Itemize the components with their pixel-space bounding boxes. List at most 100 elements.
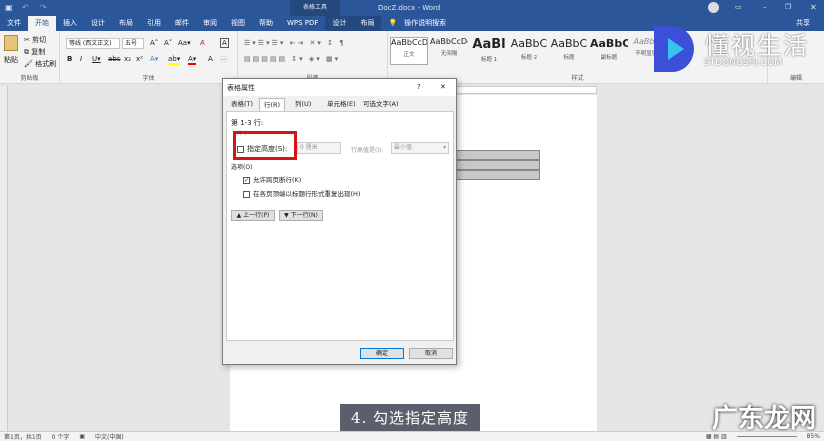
zoom-level[interactable]: 85% bbox=[807, 433, 824, 440]
tab-view[interactable]: 视图 bbox=[224, 16, 252, 31]
language[interactable]: 中文(中国) bbox=[95, 432, 124, 441]
tab-insert[interactable]: 插入 bbox=[56, 16, 84, 31]
repeat-header-checkbox[interactable]: 在各页顶端以标题行形式重复出现(H) bbox=[243, 188, 360, 198]
minimize-icon[interactable]: – bbox=[763, 3, 767, 11]
table-row[interactable] bbox=[448, 150, 540, 160]
proofing-icon[interactable]: ▣ bbox=[79, 433, 85, 440]
format-painter-button[interactable]: 🖌 格式刷 bbox=[24, 59, 56, 69]
zoom-slider[interactable] bbox=[736, 436, 797, 437]
clipboard-group-label: 剪贴板 bbox=[20, 75, 39, 82]
style-heading-1[interactable]: AaBl 标题 1 bbox=[470, 37, 508, 65]
tab-column[interactable]: 列(U) bbox=[291, 98, 315, 111]
restore-icon[interactable]: ❐ bbox=[785, 3, 791, 11]
italic-icon[interactable]: I bbox=[80, 55, 82, 63]
allow-break-checkbox[interactable]: ✓ 允许跨页断行(K) bbox=[243, 174, 301, 184]
step-caption: 4. 勾选指定高度 bbox=[340, 404, 480, 432]
page-count[interactable]: 第1页，共1页 bbox=[4, 432, 42, 441]
underline-icon[interactable]: U▾ bbox=[92, 55, 101, 63]
word-count[interactable]: 0 个字 bbox=[52, 432, 70, 441]
document-title: DocZ.docx - Word bbox=[378, 4, 441, 12]
grow-font-icon[interactable]: A˄ bbox=[150, 39, 158, 47]
table-row[interactable] bbox=[448, 170, 540, 180]
next-row-button[interactable]: ▼ 下一行(N) bbox=[279, 210, 323, 221]
tab-wps-pdf[interactable]: WPS PDF bbox=[280, 16, 325, 31]
paste-icon[interactable] bbox=[4, 35, 18, 51]
font-color-icon[interactable]: A▾ bbox=[188, 55, 197, 65]
shrink-font-icon[interactable]: A˅ bbox=[164, 39, 172, 47]
help-button[interactable]: ? bbox=[417, 83, 421, 91]
tab-home[interactable]: 开始 bbox=[28, 16, 56, 31]
tab-table-layout[interactable]: 布局 bbox=[353, 16, 382, 31]
char-shading-icon[interactable]: A bbox=[208, 55, 213, 63]
cut-button[interactable]: ✂ 剪切 bbox=[24, 35, 46, 45]
tab-row[interactable]: 行(R) bbox=[259, 98, 286, 111]
lightbulb-icon: 💡 bbox=[388, 19, 398, 27]
tab-alt-text[interactable]: 可选文字(A) bbox=[359, 98, 403, 111]
table-properties-dialog: 表格属性 ? ✕ 表格(T) 行(R) 列(U) 单元格(E) 可选文字(A) … bbox=[222, 78, 457, 365]
font-group-label: 字体 bbox=[142, 75, 155, 82]
style-name: 正文 bbox=[403, 52, 415, 58]
table-row[interactable] bbox=[448, 160, 540, 170]
table-tools-label: 表格工具 bbox=[290, 0, 340, 16]
style-title[interactable]: AaBbC 标题 bbox=[550, 37, 588, 65]
subscript-icon[interactable]: x₂ bbox=[124, 55, 131, 63]
paste-button[interactable]: 粘贴 bbox=[4, 55, 18, 65]
avatar[interactable] bbox=[708, 2, 719, 13]
view-buttons[interactable]: ▦ ▤ ▥ bbox=[706, 433, 727, 440]
style-no-spacing[interactable]: AaBbCcDc 无间隔 bbox=[430, 37, 468, 65]
change-case-icon[interactable]: Aa▾ bbox=[178, 39, 191, 47]
style-sample: AaBl bbox=[472, 37, 506, 52]
style-heading-2[interactable]: AaBbC 标题 2 bbox=[510, 37, 548, 65]
style-name: 标题 2 bbox=[520, 55, 538, 61]
tell-me-search[interactable]: 操作说明搜索 bbox=[404, 16, 453, 31]
superscript-icon[interactable]: x² bbox=[136, 55, 143, 63]
highlight-icon[interactable]: ab▾ bbox=[168, 55, 181, 65]
tab-table[interactable]: 表格(T) bbox=[227, 98, 257, 111]
tab-layout[interactable]: 布局 bbox=[112, 16, 140, 31]
height-rule-select[interactable]: 最小值 ▾ bbox=[391, 142, 449, 154]
title-bar: ▣ ↶ ↷ 表格工具 DocZ.docx - Word ▭ – ❐ ✕ bbox=[0, 0, 824, 16]
watermark-bottom: 广东龙网 bbox=[712, 404, 817, 434]
save-icon[interactable]: ▣ bbox=[5, 3, 13, 12]
dialog-close-button[interactable]: ✕ bbox=[440, 83, 446, 91]
editing-group-label: 编辑 bbox=[789, 75, 802, 82]
tab-references[interactable]: 引用 bbox=[140, 16, 168, 31]
tab-design[interactable]: 设计 bbox=[84, 16, 112, 31]
tab-review[interactable]: 审阅 bbox=[196, 16, 224, 31]
clear-format-icon[interactable]: A̸ bbox=[200, 39, 205, 47]
tab-file[interactable]: 文件 bbox=[0, 16, 28, 31]
checkmark-icon: ✓ bbox=[243, 176, 250, 184]
align-icons[interactable]: ▤▤▤▤▤ ↕▾ ◈▾ ▦▾ bbox=[244, 55, 340, 63]
tab-mailings[interactable]: 邮件 bbox=[168, 16, 196, 31]
close-icon[interactable]: ✕ bbox=[810, 3, 817, 12]
tab-table-design[interactable]: 设计 bbox=[325, 16, 354, 31]
redo-icon[interactable]: ↷ bbox=[40, 3, 47, 12]
tab-help[interactable]: 帮助 bbox=[252, 16, 280, 31]
dialog-title: 表格属性 bbox=[227, 83, 255, 92]
previous-row-button[interactable]: ▲ 上一行(P) bbox=[231, 210, 275, 221]
enclose-char-icon[interactable]: ㊀ bbox=[220, 55, 227, 65]
height-input[interactable]: 0 厘米 bbox=[297, 142, 341, 154]
ok-button[interactable]: 确定 bbox=[360, 348, 404, 359]
ribbon-tabs: 文件 开始 插入 设计 布局 引用 邮件 审阅 视图 帮助 WPS PDF 设计… bbox=[0, 16, 824, 31]
text-effects-icon[interactable]: A▾ bbox=[150, 55, 158, 63]
style-subtitle[interactable]: AaBbC 副标题 bbox=[590, 37, 628, 65]
ribbon-display-icon[interactable]: ▭ bbox=[735, 3, 742, 11]
dialog-header: 表格属性 ? ✕ bbox=[223, 79, 456, 96]
tab-cell[interactable]: 单元格(E) bbox=[323, 98, 360, 111]
undo-icon[interactable]: ↶ bbox=[22, 3, 29, 12]
style-normal[interactable]: AaBbCcDc 正文 bbox=[390, 37, 428, 65]
strikethrough-icon[interactable]: abc bbox=[108, 55, 121, 63]
clipboard-group: 粘贴 ✂ 剪切 ⧉ 复制 🖌 格式刷 剪贴板 bbox=[0, 31, 60, 84]
font-group: 等线 (西文正文) 五号 A˄ A˅ Aa▾ A̸ A B I U▾ abc x… bbox=[60, 31, 238, 84]
style-sample: AaBbC bbox=[590, 37, 628, 50]
list-icons[interactable]: ☰▾☰▾☰▾ ⇤⇥ ✕▾ ↕ ¶ bbox=[244, 39, 346, 47]
copy-button[interactable]: ⧉ 复制 bbox=[24, 47, 45, 57]
font-size-select[interactable]: 五号 bbox=[122, 38, 144, 49]
cancel-button[interactable]: 取消 bbox=[409, 348, 453, 359]
ribbon: 粘贴 ✂ 剪切 ⧉ 复制 🖌 格式刷 剪贴板 等线 (西文正文) 五号 A˄ A… bbox=[0, 31, 824, 84]
allow-break-label: 允许跨页断行(K) bbox=[253, 176, 302, 184]
font-name-select[interactable]: 等线 (西文正文) bbox=[66, 38, 120, 49]
bold-icon[interactable]: B bbox=[67, 55, 72, 63]
char-border-icon[interactable]: A bbox=[220, 38, 229, 48]
